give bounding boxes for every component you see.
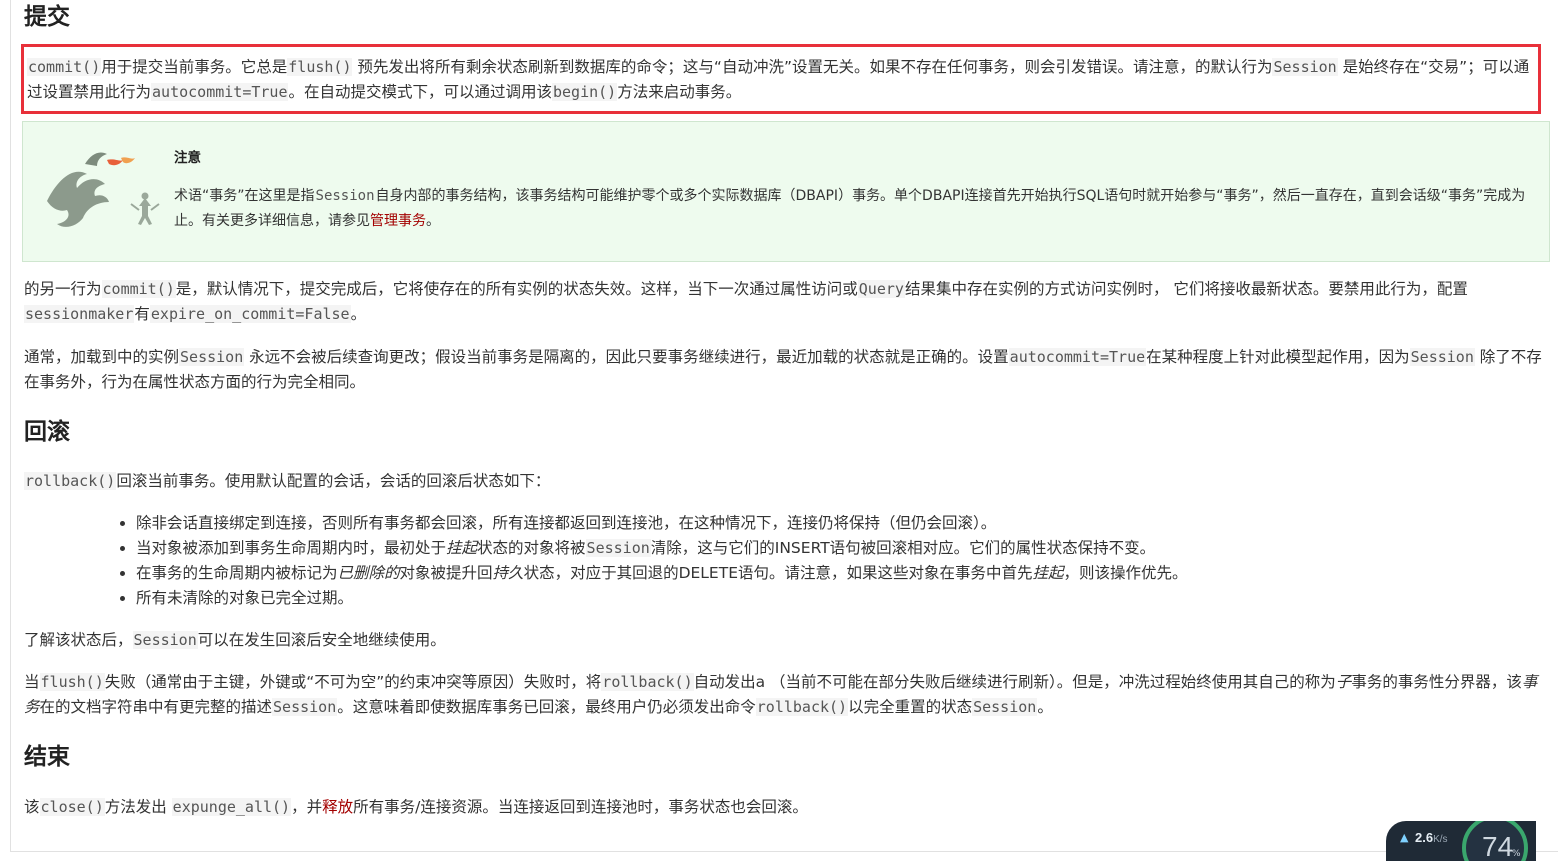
text: 。 — [350, 305, 367, 323]
text: 回滚当前事务。使用默认配置的会话，会话的回滚后状态如下： — [116, 472, 551, 490]
link-managing-transactions[interactable]: 管理事务 — [370, 213, 426, 229]
text: 预先发出将所有剩余状态刷新到数据库的命令；这与“自动冲洗”设置无关。如果不存在任… — [352, 58, 1273, 76]
code-commit: commit() — [27, 58, 102, 76]
heading-close: 结束 — [24, 744, 70, 770]
code-session: Session — [179, 348, 245, 366]
code-rollback: rollback() — [755, 698, 849, 716]
text: 方法来启动事务。 — [617, 83, 742, 101]
text: 。这意味着即使数据库事务已回滚，最终用户仍必须发出命令 — [337, 698, 756, 716]
text: 该 — [24, 798, 40, 816]
list-item: 当对象被添加到事务生命周期内时，最初处于挂起状态的对象将被Session清除，这… — [136, 536, 1565, 561]
paragraph-rollback-intro: rollback()回滚当前事务。使用默认配置的会话，会话的回滚后状态如下： — [24, 469, 1544, 494]
text: 。在自动提交模式下，可以通过调用该 — [288, 83, 552, 101]
text: 。 — [426, 213, 440, 229]
text: 的另一行为 — [24, 280, 102, 298]
usage-percent: 74 — [1482, 831, 1514, 861]
code-expunge-all: expunge_all() — [171, 798, 292, 816]
dragon-icon — [47, 152, 160, 227]
code-sessionmaker: sessionmaker — [24, 305, 135, 323]
code-session: Session — [132, 631, 198, 649]
note-title: 注意 — [174, 150, 201, 166]
heading-rollback: 回滚 — [24, 419, 70, 445]
list-item: 所有未清除的对象已完全过期。 — [136, 586, 1565, 611]
note-body: 术语“事务”在这里是指Session自身内部的事务结构，该事务结构可能维护零个或… — [174, 184, 1539, 234]
upload-speed-value: 2.6 — [1415, 830, 1434, 845]
text: 失败（通常由于主键，外键或“不可为空”的约束冲突等原因）失败时，将 — [104, 673, 602, 691]
emphasis: 挂起 — [1032, 564, 1064, 582]
emphasis: 已删除的 — [337, 564, 400, 582]
text: 方法发出 — [104, 798, 172, 816]
code-begin: begin() — [552, 83, 618, 101]
text: 状态，对应于其回退的DELETE语句。请注意，如果这些对象在事务中首先 — [523, 564, 1033, 582]
text: 状态的对象将被 — [477, 539, 586, 557]
code-close: close() — [39, 798, 105, 816]
paragraph-isolation: 通常，加载到中的实例Session 永远不会被后续查询更改；假设当前事务是隔离的… — [24, 345, 1544, 395]
text: 永远不会被后续查询更改；假设当前事务是隔离的，因此只要事务继续进行，最近加载的状… — [244, 348, 1009, 366]
network-speed-widget[interactable]: ▲ 2.6K/s 74 % — [1386, 821, 1536, 861]
text: 当 — [24, 673, 40, 691]
upload-speed-unit: K/s — [1433, 834, 1448, 845]
code-rollback: rollback() — [601, 673, 694, 691]
link-release[interactable]: 释放 — [322, 798, 353, 816]
paragraph-close: 该close()方法发出 expunge_all()，并释放所有事务/连接资源。… — [24, 795, 1544, 820]
code-flush: flush() — [39, 673, 105, 691]
code-expire-on-commit: expire_on_commit=False — [149, 305, 351, 323]
text: 通常，加载到中的实例 — [24, 348, 180, 366]
text: 事务的事务性分界器，该 — [1351, 673, 1522, 691]
emphasis: 持久 — [492, 564, 524, 582]
text: 对象被提升回 — [399, 564, 493, 582]
code-session: Session — [1272, 58, 1338, 76]
text: 用于提交当前事务。它总是 — [101, 58, 288, 76]
document-page: 提交 commit()用于提交当前事务。它总是flush() 预先发出将所有剩余… — [10, 0, 1558, 852]
text: 可以在发生回滚后安全地继续使用。 — [197, 631, 446, 649]
text: 清除，这与它们的INSERT语句被回滚相对应。它们的属性状态保持不变。 — [650, 539, 1156, 557]
text: 术语“事务”在这里是指 — [174, 188, 315, 204]
code-commit: commit() — [101, 280, 176, 298]
upload-speed: 2.6K/s — [1415, 830, 1448, 845]
text: 自动发出a （当前不可能在部分失败后继续进行刷新）。但是，冲洗过程始终使用其自己… — [693, 673, 1336, 691]
text: ，并 — [291, 798, 323, 816]
rollback-state-list: 除非会话直接绑定到连接，否则所有事务都会回滚，所有连接都返回到连接池，在这种情况… — [24, 511, 1565, 611]
text: 。 — [1037, 698, 1053, 716]
code-flush: flush() — [287, 58, 353, 76]
text: 在的文档字符串中有更完整的描述 — [39, 698, 273, 716]
code-rollback: rollback() — [24, 472, 117, 490]
upload-arrow-icon: ▲ — [1400, 831, 1409, 844]
code-session: Session — [1409, 348, 1475, 366]
text: 所有事务/连接资源。当连接返回到连接池时，事务状态也会回滚。 — [353, 798, 808, 816]
text: 在事务的生命周期内被标记为 — [136, 564, 338, 582]
emphasis: 挂起 — [446, 539, 478, 557]
text: 所有未清除的对象已完全过期。 — [136, 589, 354, 607]
text: 在某种程度上针对此模型起作用，因为 — [1146, 348, 1410, 366]
code-autocommit: autocommit=True — [1008, 348, 1147, 366]
list-item: 除非会话直接绑定到连接，否则所有事务都会回滚，所有连接都返回到连接池，在这种情况… — [136, 511, 1565, 536]
highlighted-paragraph-commit: commit()用于提交当前事务。它总是flush() 预先发出将所有剩余状态刷… — [21, 44, 1541, 114]
text: 了解该状态后， — [24, 631, 133, 649]
text: 结果集中存在实例的方式访问实例时， 它们将接收最新状态。要禁用此行为，配置 — [904, 280, 1468, 298]
code-session: Session — [972, 698, 1038, 716]
note-admonition: 注意 术语“事务”在这里是指Session自身内部的事务结构，该事务结构可能维护… — [22, 121, 1550, 262]
text: ，则该操作优先。 — [1063, 564, 1188, 582]
code-session: Session — [315, 188, 375, 204]
text: 是，默认情况下，提交完成后，它将使存在的所有实例的状态失效。这样，当下一次通过属… — [175, 280, 858, 298]
text: 除非会话直接绑定到连接，否则所有事务都会回滚，所有连接都返回到连接池，在这种情况… — [136, 514, 997, 532]
code-session: Session — [272, 698, 338, 716]
paragraph-expire-on-commit: 的另一行为commit()是，默认情况下，提交完成后，它将使存在的所有实例的状态… — [24, 277, 1544, 327]
heading-commit: 提交 — [24, 4, 70, 30]
code-query: Query — [857, 280, 905, 298]
code-session: Session — [585, 539, 651, 557]
paragraph-flush-failure: 当flush()失败（通常由于主键，外键或“不可为空”的约束冲突等原因）失败时，… — [24, 670, 1544, 720]
text: 以完全重置的状态 — [848, 698, 973, 716]
text: 有 — [134, 305, 150, 323]
paragraph-continue: 了解该状态后，Session可以在发生回滚后安全地继续使用。 — [24, 628, 1544, 653]
emphasis: 子 — [1335, 673, 1352, 691]
code-autocommit: autocommit=True — [151, 83, 289, 101]
list-item: 在事务的生命周期内被标记为已删除的对象被提升回持久状态，对应于其回退的DELET… — [136, 561, 1565, 586]
text: 当对象被添加到事务生命周期内时，最初处于 — [136, 539, 447, 557]
usage-percent-sign: % — [1512, 849, 1521, 859]
